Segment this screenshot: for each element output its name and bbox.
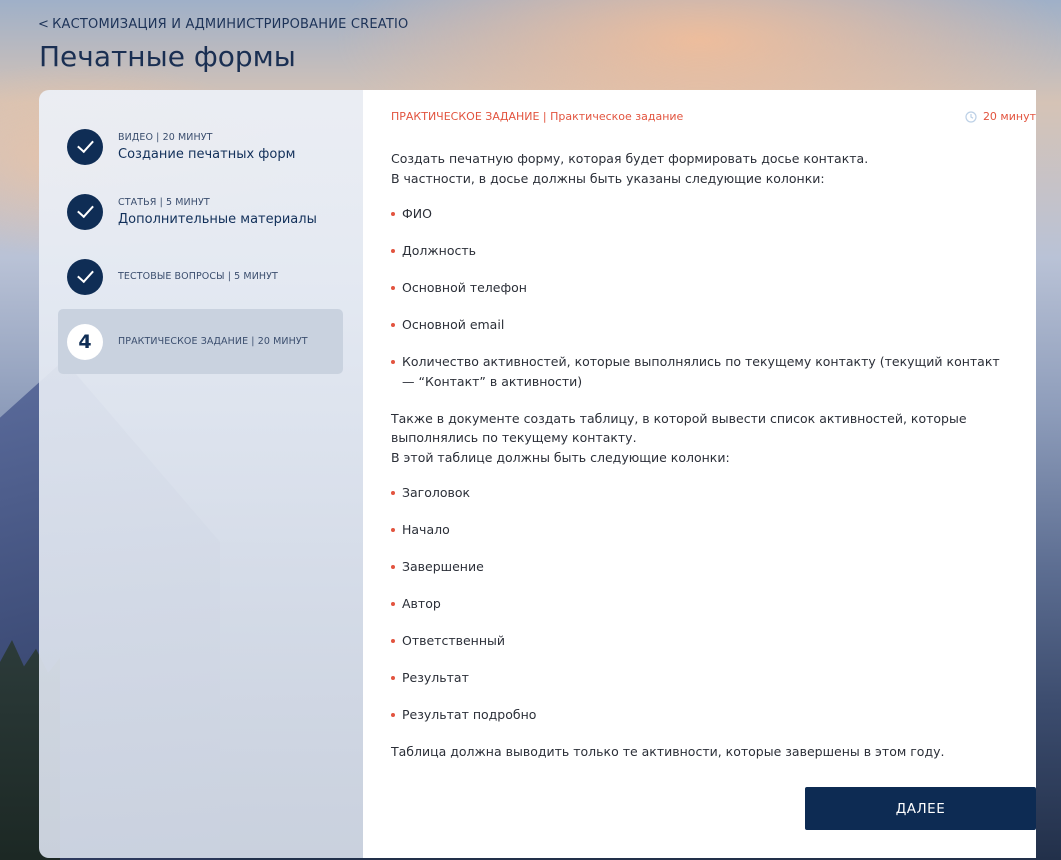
step-number: 4 (78, 330, 92, 353)
activity-columns-list: Заголовок Начало Завершение Автор Ответс… (391, 483, 1011, 725)
paragraph: Также в документе создать таблицу, в кот… (391, 410, 967, 446)
task-duration: 20 минут (965, 110, 1036, 123)
step-status-circle (67, 258, 103, 295)
step-name: Дополнительные материалы (118, 211, 317, 227)
intro-line: В частности, в досье должны быть указаны… (391, 170, 825, 186)
intro-line: Создать печатную форму, которая будет фо… (391, 151, 869, 166)
next-button[interactable]: ДАЛЕЕ (805, 787, 1036, 830)
check-icon (76, 135, 94, 154)
step-text: ВИДЕО | 20 МИНУТ Создание печатных форм (118, 132, 295, 162)
page-title: Печатные формы (39, 40, 296, 73)
chevron-left-icon: < (38, 17, 50, 32)
list-item: Результат подробно (391, 705, 1011, 725)
task-type-separator: | (539, 110, 551, 123)
step-meta: ВИДЕО | 20 МИНУТ (118, 131, 213, 143)
list-item: Начало (391, 520, 1011, 540)
list-item: Основной телефон (391, 278, 1011, 298)
task-description: Создать печатную форму, которая будет фо… (391, 149, 1011, 762)
task-type-label: ПРАКТИЧЕСКОЕ ЗАДАНИЕ | Практическое зада… (391, 110, 683, 123)
step-name: Создание печатных форм (118, 146, 296, 162)
step-video[interactable]: ВИДЕО | 20 МИНУТ Создание печатных форм (58, 114, 343, 179)
step-status-circle (67, 193, 103, 230)
list-item: ФИО (391, 204, 1011, 224)
list-item: Завершение (391, 557, 1011, 577)
paragraph: В этой таблице должны быть следующие кол… (391, 449, 730, 465)
step-article[interactable]: СТАТЬЯ | 5 МИНУТ Дополнительные материал… (58, 179, 343, 244)
check-icon (76, 200, 94, 219)
clock-icon (965, 110, 977, 123)
list-item: Основной email (391, 315, 1011, 335)
list-item: Ответственный (391, 631, 1011, 651)
breadcrumb-label: КАСТОМИЗАЦИЯ И АДМИНИСТРИРОВАНИЕ CREATIO (52, 17, 409, 32)
list-item: Результат (391, 668, 1011, 688)
step-quiz[interactable]: ТЕСТОВЫЕ ВОПРОСЫ | 5 МИНУТ (58, 244, 343, 309)
step-meta: ПРАКТИЧЕСКОЕ ЗАДАНИЕ | 20 МИНУТ (118, 336, 308, 347)
check-icon (76, 265, 94, 284)
list-item: Заголовок (391, 483, 1011, 503)
breadcrumb-back-link[interactable]: < КАСТОМИЗАЦИЯ И АДМИНИСТРИРОВАНИЕ CREATI… (38, 17, 409, 32)
task-type: ПРАКТИЧЕСКОЕ ЗАДАНИЕ (391, 110, 540, 123)
steps-sidebar: ВИДЕО | 20 МИНУТ Создание печатных форм … (39, 90, 363, 858)
list-item: Должность (391, 241, 1011, 261)
task-header: ПРАКТИЧЕСКОЕ ЗАДАНИЕ | Практическое зада… (391, 110, 1036, 123)
step-status-circle (67, 128, 103, 165)
step-number-circle: 4 (67, 323, 103, 360)
step-text: СТАТЬЯ | 5 МИНУТ Дополнительные материал… (118, 197, 317, 227)
duration-label: 20 минут (982, 110, 1036, 123)
lesson-panel: ВИДЕО | 20 МИНУТ Создание печатных форм … (39, 90, 1061, 858)
task-content: ПРАКТИЧЕСКОЕ ЗАДАНИЕ | Практическое зада… (363, 90, 1036, 858)
task-subtitle: Практическое задание (550, 110, 684, 123)
list-item: Количество активностей, которые выполнял… (391, 352, 1011, 391)
step-meta: ТЕСТОВЫЕ ВОПРОСЫ | 5 МИНУТ (118, 271, 278, 282)
list-item: Автор (391, 594, 1011, 614)
contact-columns-list: ФИО Должность Основной телефон Основной … (391, 204, 1011, 391)
step-text: ПРАКТИЧЕСКОЕ ЗАДАНИЕ | 20 МИНУТ (118, 336, 308, 347)
step-text: ТЕСТОВЫЕ ВОПРОСЫ | 5 МИНУТ (118, 271, 278, 282)
step-meta: СТАТЬЯ | 5 МИНУТ (118, 196, 210, 208)
step-practical-task[interactable]: 4 ПРАКТИЧЕСКОЕ ЗАДАНИЕ | 20 МИНУТ (58, 309, 343, 374)
paragraph: Таблица должна выводить только те активн… (391, 744, 945, 759)
